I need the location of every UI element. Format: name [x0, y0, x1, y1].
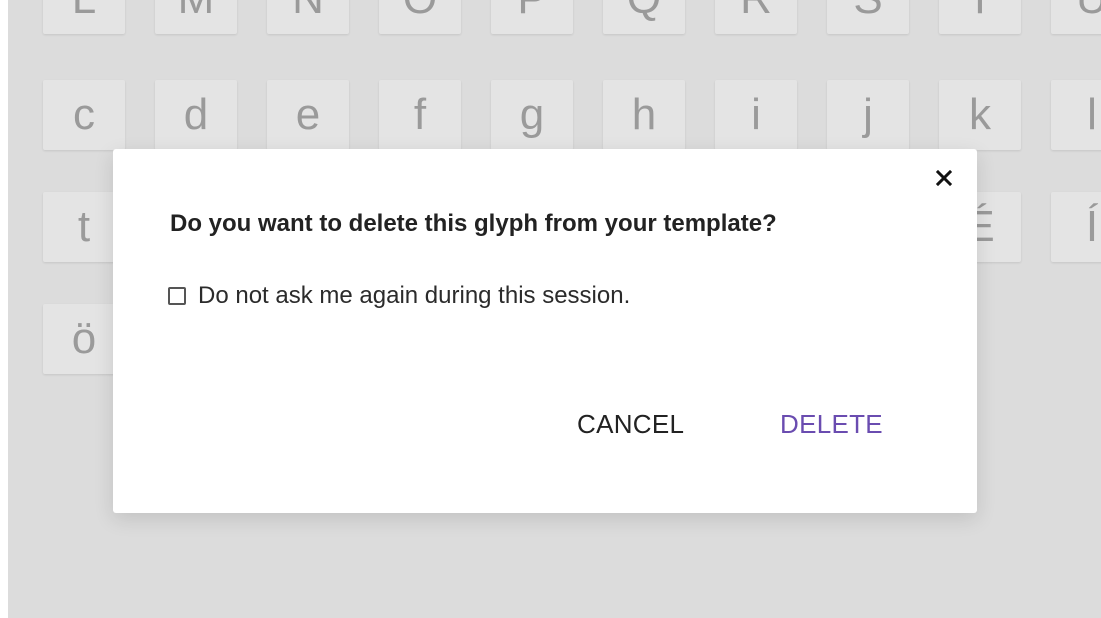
dialog-title: Do you want to delete this glyph from yo…	[170, 210, 777, 237]
glyph-tile[interactable]: T	[939, 0, 1021, 34]
glyph-tile[interactable]: h	[603, 80, 685, 150]
glyph-tile[interactable]: e	[267, 80, 349, 150]
glyph-tile[interactable]: P	[491, 0, 573, 34]
close-button[interactable]	[931, 165, 957, 191]
glyph-tile[interactable]: Q	[603, 0, 685, 34]
glyph-tile[interactable]: g	[491, 80, 573, 150]
dont-ask-again-label[interactable]: Do not ask me again during this session.	[198, 282, 630, 310]
glyph-row: L M N O P Q R S T U	[8, 0, 1101, 34]
glyph-tile[interactable]: i	[715, 80, 797, 150]
delete-glyph-dialog: Do you want to delete this glyph from yo…	[113, 149, 977, 513]
glyph-tile[interactable]: f	[379, 80, 461, 150]
close-icon	[936, 170, 952, 186]
glyph-tile[interactable]: j	[827, 80, 909, 150]
glyph-tile[interactable]: k	[939, 80, 1021, 150]
glyph-tile[interactable]: M	[155, 0, 237, 34]
glyph-tile[interactable]: N	[267, 0, 349, 34]
glyph-tile[interactable]: R	[715, 0, 797, 34]
cancel-button[interactable]: CANCEL	[573, 404, 688, 444]
glyph-tile[interactable]: O	[379, 0, 461, 34]
dont-ask-again-checkbox[interactable]	[168, 287, 186, 305]
dont-ask-again-checkbox-row[interactable]: Do not ask me again during this session.	[168, 282, 630, 310]
glyph-row: c d e f g h i j k l	[8, 80, 1101, 150]
glyph-tile[interactable]: c	[43, 80, 125, 150]
glyph-tile[interactable]: d	[155, 80, 237, 150]
glyph-tile[interactable]: S	[827, 0, 909, 34]
glyph-tile[interactable]: Í	[1051, 192, 1101, 262]
glyph-tile[interactable]: U	[1051, 0, 1101, 34]
delete-button[interactable]: DELETE	[776, 404, 887, 444]
glyph-tile[interactable]: L	[43, 0, 125, 34]
glyph-tile[interactable]: l	[1051, 80, 1101, 150]
